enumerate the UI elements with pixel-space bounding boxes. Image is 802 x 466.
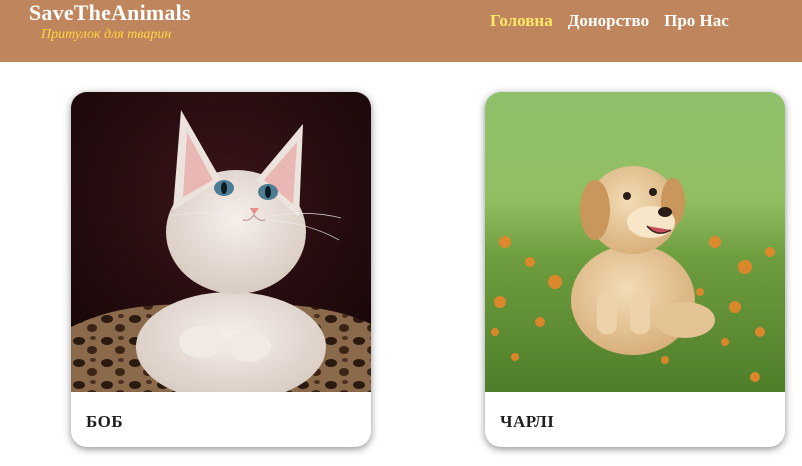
pet-name: ЧАРЛІ (500, 412, 555, 431)
nav-link-about[interactable]: Про Нас (664, 11, 729, 31)
nav-link-donate[interactable]: Донорство (568, 11, 649, 31)
puppy-photo (485, 92, 785, 392)
brand-title[interactable]: SaveTheAnimals (29, 0, 191, 26)
nav-link-home[interactable]: Головна (490, 11, 553, 31)
pet-name: БОБ (86, 412, 124, 431)
brand-tagline: Притулок для тварин (41, 27, 172, 42)
site-header: SaveTheAnimals Притулок для тварин Голов… (0, 0, 802, 62)
main-nav: Головна Донорство Про Нас (490, 11, 729, 31)
pet-card[interactable]: БОБ (71, 92, 371, 447)
kitten-photo (71, 92, 371, 392)
pet-card[interactable]: ЧАРЛІ (485, 92, 785, 447)
